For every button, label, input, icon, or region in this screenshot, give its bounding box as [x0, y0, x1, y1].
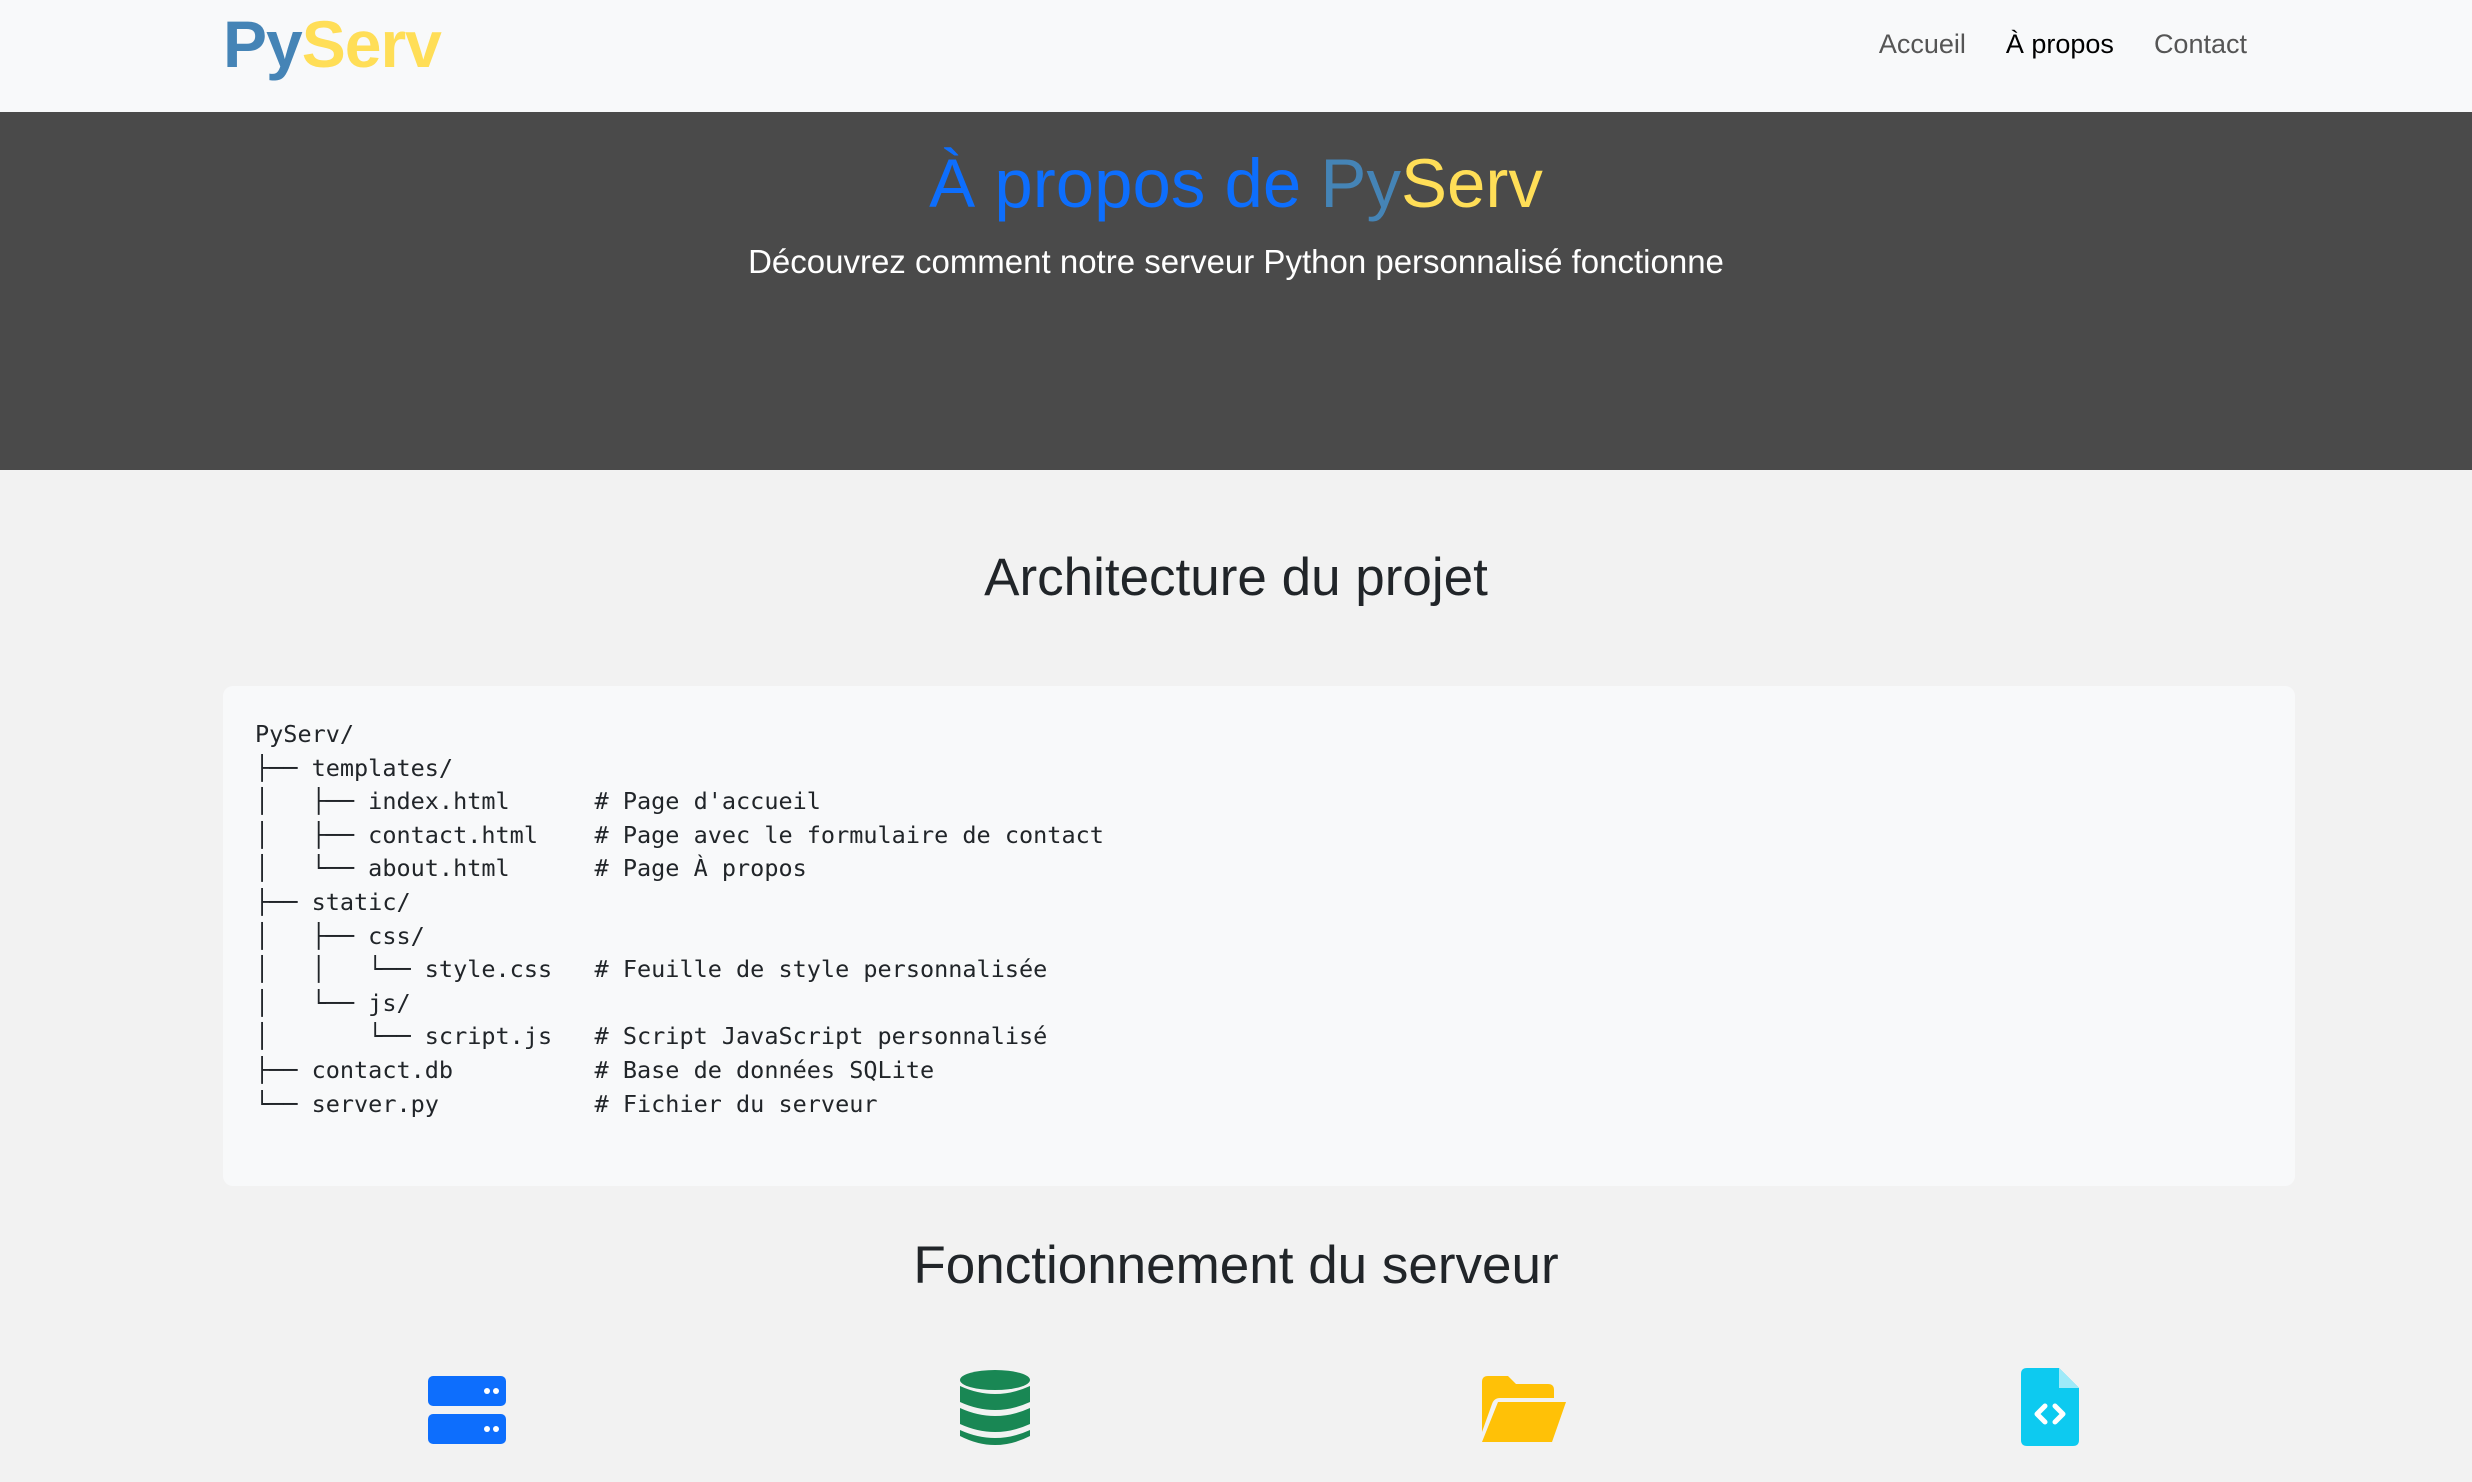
navbar: PyServ Accueil À propos Contact	[0, 0, 2472, 112]
hero-title-serv: Serv	[1400, 145, 1543, 222]
nav-link-accueil[interactable]: Accueil	[1859, 26, 1986, 62]
operation-title: Fonctionnement du serveur	[913, 1236, 1559, 1295]
features-row	[223, 1368, 2295, 1482]
hero-subtitle: Découvrez comment notre serveur Python p…	[748, 243, 1724, 280]
brand-logo[interactable]: PyServ	[223, 6, 442, 82]
architecture-title: Architecture du projet	[984, 548, 1488, 607]
nav-link-a-propos[interactable]: À propos	[1986, 26, 2134, 62]
nav-links: Accueil À propos Contact	[1859, 26, 2267, 62]
brand-py: Py	[223, 7, 303, 81]
project-tree: PyServ/ ├── templates/ │ ├── index.html …	[255, 720, 1104, 1118]
database-icon	[960, 1370, 1030, 1453]
hero-title-prefix: À propos de	[929, 145, 1321, 222]
hero-banner: À propos de PyServ Découvrez comment not…	[0, 112, 2472, 470]
brand-serv: Serv	[301, 7, 442, 81]
folder-open-icon	[1478, 1374, 1568, 1451]
file-code-icon	[2021, 1368, 2079, 1451]
server-icon	[428, 1376, 506, 1451]
hero-title-py: Py	[1320, 145, 1401, 222]
project-tree-code-block: PyServ/ ├── templates/ │ ├── index.html …	[223, 686, 2295, 1186]
nav-link-contact[interactable]: Contact	[2134, 26, 2267, 62]
hero-title: À propos de PyServ	[0, 142, 2472, 226]
